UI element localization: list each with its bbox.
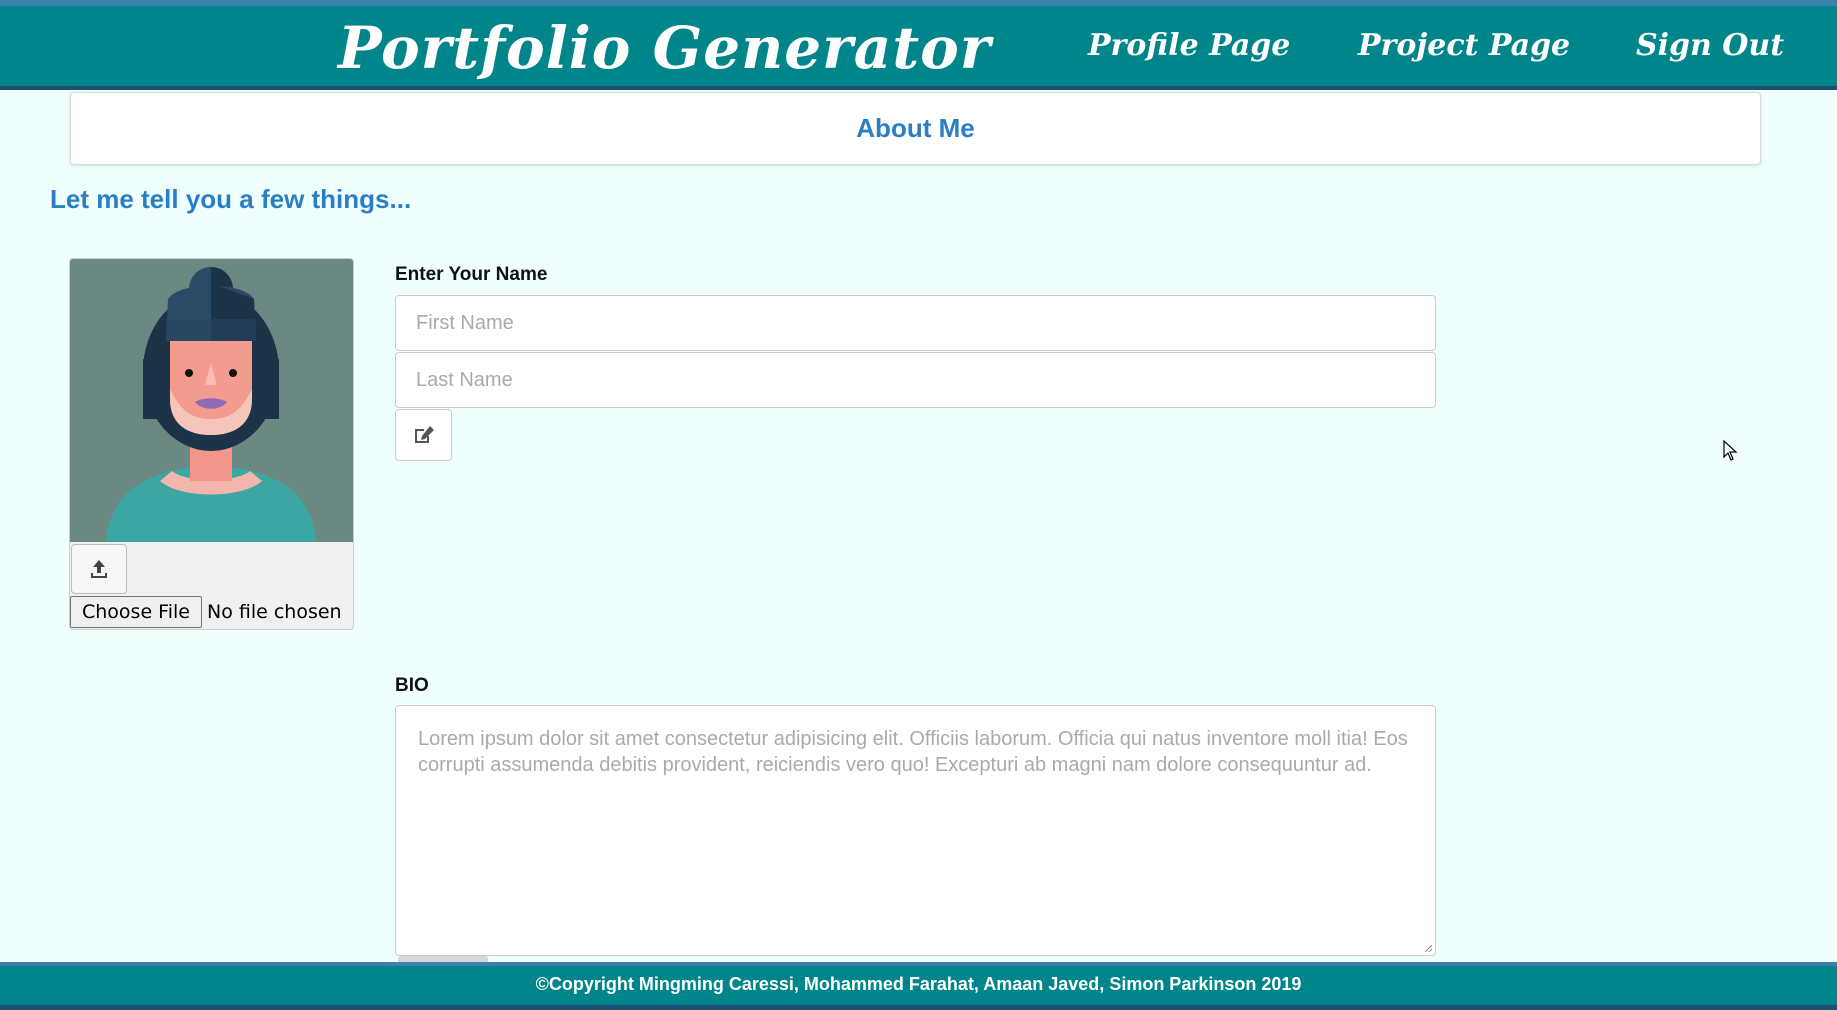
resize-grip-icon[interactable] (1423, 943, 1433, 953)
tagline-heading: Let me tell you a few things... (50, 184, 412, 214)
nav-project-page-link[interactable]: Project Page (1358, 28, 1570, 63)
footer: ©Copyright Mingming Caressi, Mohammed Fa… (0, 962, 1837, 1010)
edit-icon (414, 426, 434, 443)
mouse-cursor-icon (1723, 440, 1738, 461)
nav-sign-out-link[interactable]: Sign Out (1636, 28, 1784, 63)
bio-placeholder: Lorem ipsum dolor sit amet consectetur a… (418, 728, 1408, 776)
first-name-input[interactable]: First Name (395, 295, 1436, 351)
file-status-text: No file chosen (206, 601, 342, 623)
edit-name-button[interactable] (395, 409, 452, 461)
avatar-image (70, 259, 353, 542)
choose-file-button[interactable]: Choose File (70, 596, 202, 628)
nav-profile-page-link[interactable]: Profile Page (1088, 28, 1290, 63)
name-label: Enter Your Name (395, 264, 548, 285)
upload-photo-button[interactable] (71, 544, 127, 594)
footer-copyright: ©Copyright Mingming Caressi, Mohammed Fa… (535, 973, 1302, 994)
about-me-heading: About Me (856, 113, 975, 143)
top-navbar: Portfolio Generator Profile Page Project… (0, 0, 1837, 90)
about-me-panel: About Me (70, 92, 1761, 165)
avatar-card: Choose File No file chosen (69, 258, 354, 630)
brand-title[interactable]: Portfolio Generator (338, 14, 991, 82)
file-input-row: Choose File No file chosen (70, 595, 353, 629)
bio-label: BIO (395, 675, 429, 696)
last-name-input[interactable]: Last Name (395, 352, 1436, 408)
bio-textarea[interactable]: Lorem ipsum dolor sit amet consectetur a… (395, 705, 1436, 956)
upload-icon (91, 560, 107, 578)
footer-bottom-bar (0, 1005, 1837, 1010)
